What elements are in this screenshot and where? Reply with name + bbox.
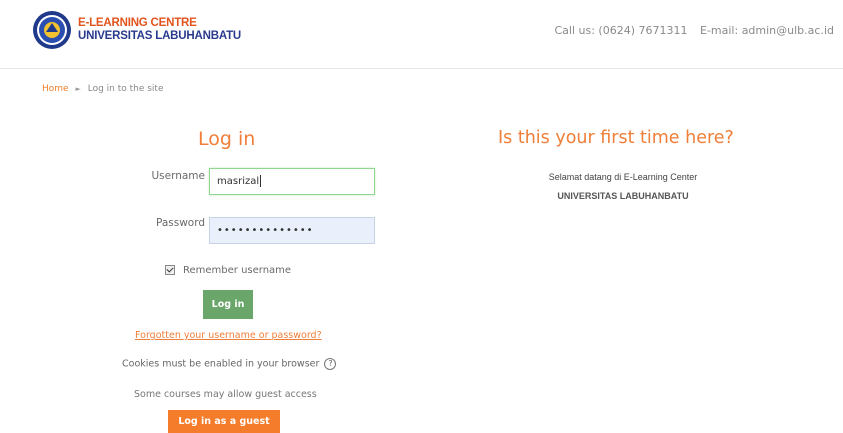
contact-info: Call us: (0624) 7671311 E-mail: admin@ul… (555, 24, 835, 37)
breadcrumb-current: Log in to the site (87, 84, 164, 94)
login-title: Log in (198, 128, 256, 150)
breadcrumb: Home ► Log in to the site (42, 84, 164, 94)
welcome-message: Selamat datang di E-Learning Center UNIV… (508, 168, 738, 206)
welcome-line: Selamat datang di E-Learning Center (548, 172, 698, 182)
password-value: •••••••••••••• (217, 225, 314, 236)
university-seal-icon[interactable] (32, 10, 72, 50)
password-input[interactable]: •••••••••••••• (209, 217, 375, 244)
remember-username[interactable]: Remember username (165, 265, 291, 276)
contact-email: E-mail: admin@ulb.ac.id (700, 24, 834, 37)
site-header: E-LEARNING CENTRE UNIVERSITAS LABUHANBAT… (0, 0, 843, 69)
contact-phone: Call us: (0624) 7671311 (554, 24, 688, 37)
remember-username-label: Remember username (183, 265, 292, 276)
guest-access-note: Some courses may allow guest access (134, 389, 317, 400)
brand-subtitle: UNIVERSITAS LABUHANBATU (78, 30, 241, 42)
welcome-university: UNIVERSITAS LABUHANBATU (557, 191, 689, 201)
forgot-password-link[interactable]: Forgotten your username or password? (135, 330, 322, 341)
triangle-right-icon: ► (75, 85, 81, 93)
username-value: masrizal (217, 176, 260, 187)
cookies-text: Cookies must be enabled in your browser (122, 358, 320, 370)
help-icon[interactable]: ? (324, 358, 337, 370)
text-cursor (260, 175, 262, 187)
breadcrumb-home-link[interactable]: Home (42, 84, 69, 94)
first-time-title: Is this your first time here? (498, 128, 734, 148)
login-button[interactable]: Log in (203, 290, 253, 319)
guest-login-button[interactable]: Log in as a guest (168, 410, 280, 433)
password-label: Password (155, 217, 205, 229)
brand-title: E-LEARNING CENTRE (78, 17, 197, 29)
username-input[interactable]: masrizal (209, 168, 375, 195)
site-brand[interactable]: E-LEARNING CENTRE UNIVERSITAS LABUHANBAT… (78, 17, 241, 43)
cookies-notice: Cookies must be enabled in your browser … (122, 358, 337, 370)
remember-username-checkbox[interactable] (165, 265, 175, 275)
username-label: Username (151, 170, 205, 182)
